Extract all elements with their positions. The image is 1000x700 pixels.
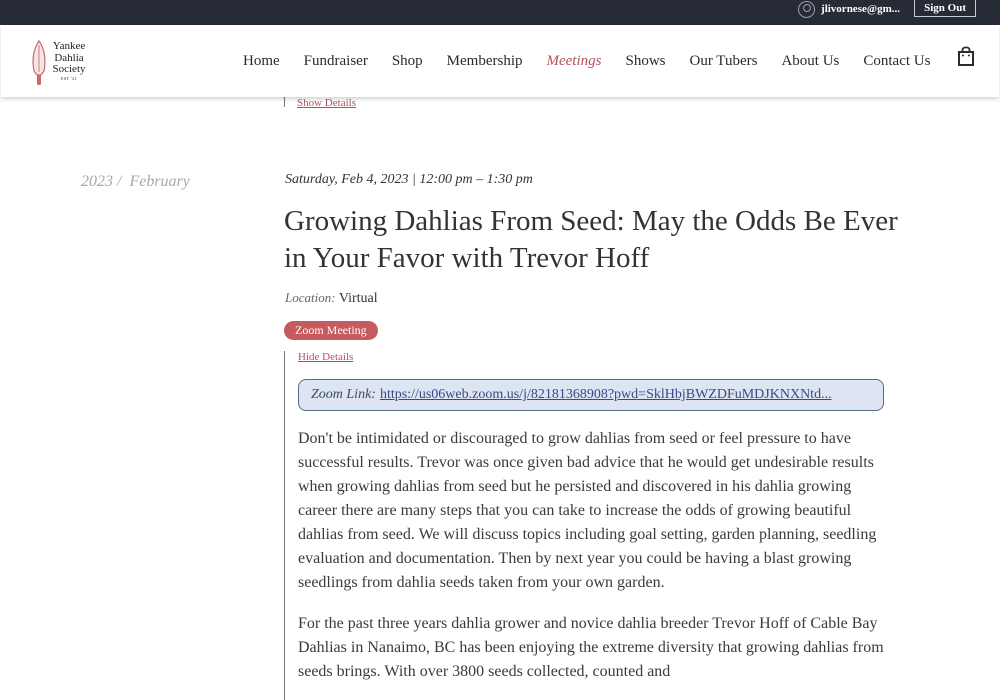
event-details: Hide Details Zoom Link: https://us06web.… <box>284 351 904 700</box>
nav-our-tubers[interactable]: Our Tubers <box>690 53 758 70</box>
event-year: 2023 <box>81 173 113 190</box>
hide-details-link[interactable]: Hide Details <box>298 351 904 367</box>
nav-meetings[interactable]: Meetings <box>547 53 602 70</box>
location-label: Location: <box>285 290 336 305</box>
nav-home[interactable]: Home <box>243 53 280 70</box>
shopping-bag-icon[interactable] <box>956 45 976 67</box>
event-month: February <box>129 173 190 190</box>
nav-membership[interactable]: Membership <box>447 53 523 70</box>
zoom-link[interactable]: https://us06web.zoom.us/j/82181368908?pw… <box>380 387 832 403</box>
nav-fundraiser[interactable]: Fundraiser <box>304 53 368 70</box>
event-location: Location: Virtual <box>285 290 378 307</box>
main-nav: Home Fundraiser Shop Membership Meetings… <box>231 25 942 97</box>
account-bar: jlivornese@gm... Sign Out <box>0 0 1000 25</box>
event-description-paragraph: Don't be intimidated or discouraged to g… <box>298 430 877 591</box>
site-header: Yankee Dahlia Society EST '21 Home Fundr… <box>1 25 999 97</box>
trowel-logo-icon <box>32 39 46 85</box>
site-logo[interactable]: Yankee Dahlia Society EST '21 <box>26 37 96 87</box>
event-description-paragraph: For the past three years dahlia grower a… <box>298 615 884 680</box>
location-value: Virtual <box>338 291 378 306</box>
account-menu[interactable]: jlivornese@gm... <box>798 0 900 18</box>
event-title: Growing Dahlias From Seed: May the Odds … <box>284 205 898 274</box>
sign-out-button[interactable]: Sign Out <box>914 0 976 17</box>
nav-shows[interactable]: Shows <box>625 53 665 70</box>
zoom-link-label: Zoom Link: <box>311 387 376 402</box>
nav-about-us[interactable]: About Us <box>781 53 839 70</box>
event-type-badge: Zoom Meeting <box>284 321 378 340</box>
date-separator: / <box>113 173 130 190</box>
logo-wordmark: Yankee Dahlia Society EST '21 <box>52 40 86 81</box>
account-email: jlivornese@gm... <box>821 3 900 15</box>
show-details-link[interactable]: Show Details <box>297 97 356 109</box>
event-date-sidebar: 2023 / February <box>81 173 190 191</box>
zoom-link-box: Zoom Link: https://us06web.zoom.us/j/821… <box>298 379 884 411</box>
event-date-time: Saturday, Feb 4, 2023 | 12:00 pm – 1:30 … <box>285 172 533 187</box>
nav-contact-us[interactable]: Contact Us <box>863 53 930 70</box>
nav-shop[interactable]: Shop <box>392 53 423 70</box>
account-icon <box>798 0 816 18</box>
